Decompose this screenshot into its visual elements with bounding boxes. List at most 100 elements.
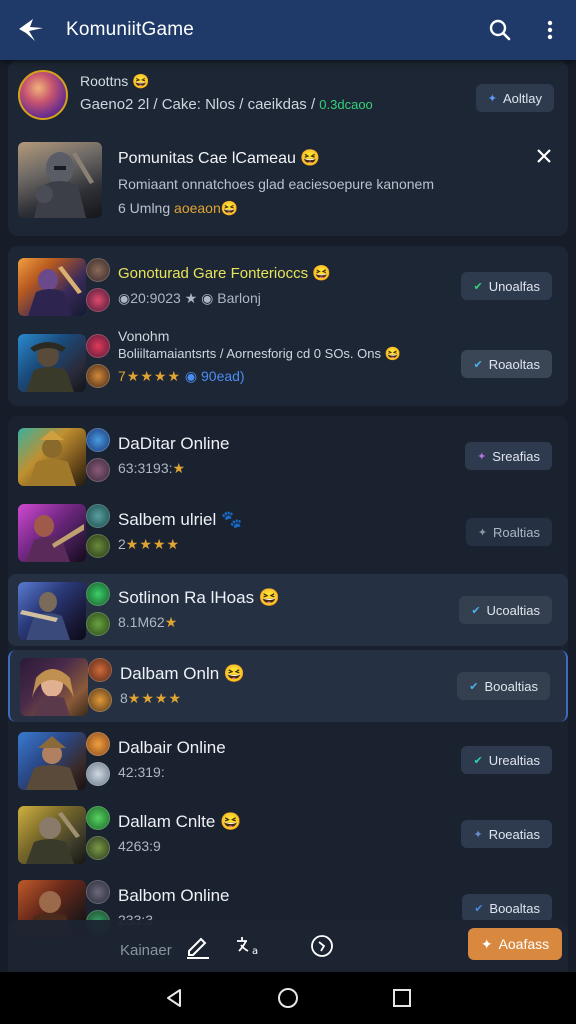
game-action-button[interactable]: ✔ Booaltas (462, 894, 552, 922)
notification[interactable]: Pomunitas Cae lCameau 😆 Romiaant onnatch… (8, 132, 568, 230)
sparkle-icon: ✦ (477, 450, 487, 463)
system-nav-bar (0, 972, 576, 1024)
rating-stars: ★★★★ (127, 690, 182, 706)
game-thumbnail (20, 658, 88, 716)
sparkle-icon: ✦ (480, 935, 493, 952)
game-action-label: Roeatias (488, 826, 540, 842)
game-mini-icon (86, 880, 110, 904)
primary-action-button[interactable]: ✦ Aoafass (468, 928, 562, 960)
game-action-label: Roaltias (493, 524, 540, 540)
game-row[interactable]: Sotlinon Ra lHoas 😆 8.1M62★ ✔ Ucoaltias (8, 574, 568, 646)
game-row[interactable]: Dalbam Onln 😆 8★★★★ ✔ Booaltias (8, 650, 568, 722)
game-action-label: Ucoaltias (486, 602, 540, 618)
game-thumbnail (18, 806, 86, 864)
game-mini-icon (86, 258, 110, 282)
sparkle-icon: ✦ (477, 526, 488, 539)
notification-meta: 6 Umlng aoeaon😆 (118, 200, 238, 217)
search-icon[interactable] (480, 10, 520, 50)
notification-meta-accent: aoeaon😆 (174, 200, 239, 216)
featured-row[interactable]: Gonoturad Gare Fonterioccs 😆 ◉20:9023 ★ … (8, 250, 568, 322)
feed[interactable]: Roottns 😆 Gaeno2 2l / Cake: Nlos / caeik… (0, 60, 576, 972)
game-meta-text: 4263:9 (118, 838, 161, 854)
game-name: DaDitar Online (118, 434, 230, 453)
game-action-button[interactable]: ✦ Roaltias (465, 518, 552, 546)
game-mini-icon (86, 806, 110, 830)
home-icon[interactable] (276, 986, 300, 1010)
profile-action-label: Aoltlay (502, 90, 542, 106)
star-logo-icon[interactable] (16, 15, 46, 45)
check-icon: ✔ (471, 604, 481, 617)
game-meta-text: 8.1M62 (118, 614, 165, 630)
recents-icon[interactable] (390, 986, 414, 1010)
check-icon: ✔ (473, 358, 483, 371)
game-action-label: Booaltias (484, 678, 538, 694)
profile-action-button[interactable]: ✦ Aoltlay (475, 84, 554, 112)
game-mini-icon (86, 288, 110, 312)
sparkle-icon: ✦ (473, 828, 483, 841)
game-action-button[interactable]: ✔ Ucoaltias (459, 596, 552, 624)
rating-stars: ★★★★ (125, 536, 180, 552)
game-meta-text: 42:319: (118, 764, 165, 780)
edit-icon[interactable] (182, 930, 214, 962)
game-thumbnail (18, 428, 86, 486)
check-icon: ✔ (474, 902, 484, 915)
game-row[interactable]: Dallam Cnlte 😆 4263:9 ✦ Roeatias (8, 798, 568, 870)
game-meta-text: 63:3193: (118, 460, 173, 476)
featured-title: Gonoturad Gare Fonterioccs 😆 (118, 265, 331, 282)
game-mini-icon (86, 612, 110, 636)
app-actions (480, 10, 576, 50)
app-title: KomuniitGame (66, 19, 195, 40)
profile-stats: Gaeno2 2l / Cake: Nlos / caeikdas / 0.3d… (80, 96, 373, 113)
more-vert-icon[interactable] (530, 10, 570, 50)
translate-icon[interactable]: a (234, 930, 266, 962)
online-count: 0.3dcaoo (319, 97, 373, 112)
game-action-button[interactable]: ✦ Sreafias (465, 442, 552, 470)
game-name: Salbem ulriel 🐾 (118, 510, 243, 529)
app-bar: KomuniitGame (0, 0, 576, 60)
back-icon[interactable] (162, 986, 186, 1010)
notification-meta-prefix: 6 Umlng (118, 200, 171, 216)
game-thumbnail (18, 258, 86, 316)
game-action-label: Booaltas (489, 900, 540, 916)
game-name: Balbom Online (118, 886, 230, 905)
game-thumbnail (18, 582, 86, 640)
game-thumbnail (18, 504, 86, 562)
game-link[interactable]: ◉ 90ead) (185, 368, 245, 384)
game-action-label: Sreafias (492, 448, 540, 464)
game-mini-icon (86, 534, 110, 558)
notification-body: Romiaant onnatchoes glad eaciesoepure ka… (118, 176, 434, 192)
game-action-button[interactable]: ✔ Booaltias (457, 672, 550, 700)
game-name: Gonoturad Gare Fonterioccs 😆 (118, 264, 331, 282)
check-icon: ✔ (473, 280, 483, 293)
game-name: Dalbam Onln 😆 (120, 664, 246, 683)
game-meta: ◉20:9023 ★ ◉ Barlonj (118, 290, 261, 306)
featured-subtitle: Vonohm (118, 328, 170, 344)
game-action-button[interactable]: ✔ Urealtias (461, 746, 552, 774)
game-meta: 42:319: (118, 764, 165, 780)
game-mini-icon (86, 364, 110, 388)
game-name: Dalbair Online (118, 738, 226, 757)
game-mini-icon (86, 334, 110, 358)
close-icon[interactable] (530, 142, 558, 170)
featured-action-button[interactable]: ✔ Roaoltas (461, 350, 552, 378)
game-thumbnail (18, 334, 86, 392)
game-row[interactable]: Dalbair Online 42:319: ✔ Urealtias (8, 724, 568, 796)
featured-action-button[interactable]: ✔ Unoalfas (461, 272, 552, 300)
game-row[interactable]: Salbem ulriel 🐾 2★★★★ ✦ Roaltias (8, 496, 568, 568)
game-row[interactable]: DaDitar Online 63:3193:★ ✦ Sreafias (8, 420, 568, 492)
game-meta-text: 8 (120, 690, 128, 706)
game-mini-icon (86, 504, 110, 528)
check-icon: ✔ (473, 754, 483, 767)
game-meta-text: 2 (118, 536, 126, 552)
check-icon: ✔ (469, 680, 479, 693)
featured-action-label: Roaoltas (488, 356, 540, 372)
game-action-label: Urealtias (488, 752, 540, 768)
profile-row[interactable]: Roottns 😆 Gaeno2 2l / Cake: Nlos / caeik… (8, 60, 568, 122)
timer-icon[interactable] (306, 930, 338, 962)
game-action-button[interactable]: ✦ Roeatias (461, 820, 552, 848)
featured-card: Gonoturad Gare Fonterioccs 😆 ◉20:9023 ★ … (8, 246, 568, 406)
notification-thumbnail (18, 142, 102, 218)
bottom-action-bar: Kainaer a ✦ Aoafass (8, 920, 568, 972)
avatar[interactable] (18, 70, 68, 120)
featured-row[interactable]: Vonohm Boliiltamaiantsrts / Aornesforig … (8, 322, 568, 404)
